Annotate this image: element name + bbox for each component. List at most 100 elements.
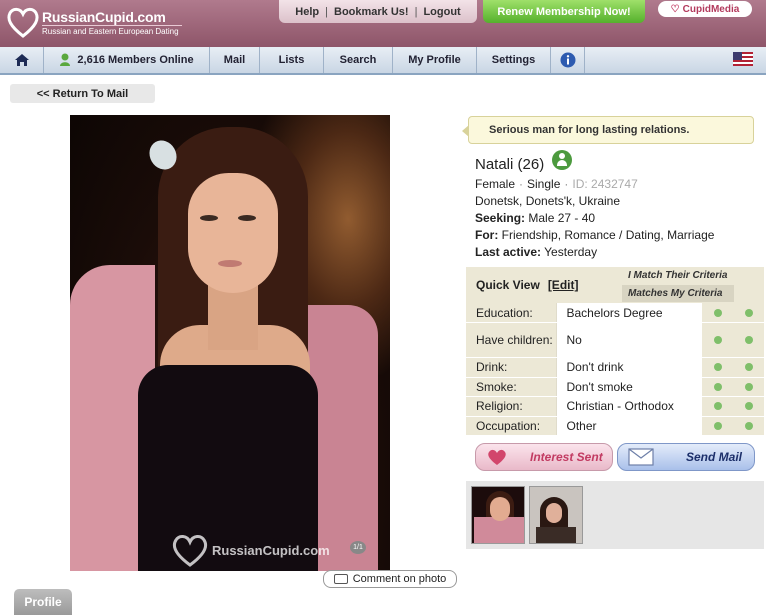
profile-last-active: Last active: Yesterday [475,245,597,259]
row-value: No [555,322,702,358]
divider: | [414,5,418,18]
nav-home[interactable] [0,47,44,73]
profile-basic-info: Female · Single · ID: 2432747 [475,177,638,191]
online-user-icon [60,53,71,66]
table-row: Occupation: Other [466,416,764,436]
comment-icon [333,574,348,584]
match-dot-icon [713,402,722,411]
table-row: Religion: Christian - Orthodox [466,396,764,417]
comment-label: Comment on photo [352,573,447,585]
send-mail-label: Send Mail [686,450,743,464]
row-label: Occupation: [466,416,556,436]
brand-name: RussianCupid.com [42,9,166,25]
online-status-icon [552,150,572,170]
bookmark-link[interactable]: Bookmark Us! [334,6,409,18]
watermark-text: RussianCupid.com [212,542,330,558]
heart-icon: ♡ [670,3,680,15]
info-icon [560,52,575,68]
match-dot-icon [713,308,722,317]
nav-search[interactable]: Search [324,47,393,73]
logo-divider [42,25,182,26]
tab-profile[interactable]: Profile [14,589,72,615]
quick-view-edit-link[interactable]: [Edit] [548,278,579,292]
photo-watermark: RussianCupid.com [170,533,330,567]
profile-status: Single [527,177,561,191]
last-active-label: Last active: [475,245,542,259]
profile-photo[interactable]: RussianCupid.com 1/1 [70,115,390,571]
heart-logo-icon [7,7,39,38]
match-dot-icon [744,363,753,372]
nav-mail[interactable]: Mail [210,47,260,73]
i-match-their-criteria-label: I Match Their Criteria [628,270,728,281]
quick-view-title: Quick View [476,278,540,292]
row-value: Other [555,416,702,436]
for-value: Friendship, Romance / Dating, Marriage [501,228,715,242]
us-flag-icon[interactable] [733,52,753,66]
row-value: Don't smoke [555,377,702,397]
envelope-icon [628,448,654,466]
profile-headline: Serious man for long lasting relations. [462,116,754,144]
matches-my-criteria-label: Matches My Criteria [622,285,734,302]
match-dot-icon [744,308,753,317]
match-dot-icon [744,421,753,430]
profile-gender: Female [475,177,516,191]
for-label: For: [475,228,499,242]
seeking-value: Male 27 - 40 [528,211,596,225]
nav-settings[interactable]: Settings [477,47,551,73]
table-row: Have children: No [466,322,764,358]
nav-lists[interactable]: Lists [260,47,324,73]
nav-members-online[interactable]: 2,616 Members Online [44,47,210,73]
table-row: Education: Bachelors Degree [466,303,764,323]
criteria-header: I Match Their Criteria Matches My Criter… [620,267,764,303]
quick-view-header: Quick View [Edit] [466,267,620,303]
row-value: Don't drink [555,357,702,378]
profile-id: ID: 2432747 [572,177,638,191]
profile-seeking: Seeking: Male 27 - 40 [475,211,595,225]
site-header: RussianCupid.com Russian and Eastern Eur… [0,0,766,47]
members-online-label: 2,616 Members Online [77,54,194,66]
thumbnail-photo-1[interactable] [471,486,525,544]
help-link[interactable]: Help [295,6,319,18]
row-value: Christian - Orthodox [555,396,702,417]
row-label: Smoke: [466,377,556,397]
match-dot-icon [744,402,753,411]
top-links: Help | Bookmark Us! | Logout [279,0,477,23]
comment-on-photo-button[interactable]: Comment on photo [323,570,457,588]
logout-link[interactable]: Logout [423,6,460,18]
cupidmedia-link[interactable]: ♡ CupidMedia [658,1,752,17]
table-row: Smoke: Don't smoke [466,377,764,397]
brand-tagline: Russian and Eastern European Dating [42,27,179,36]
row-label: Religion: [466,396,556,417]
row-label: Have children: [466,322,556,358]
thumbnail-photo-2[interactable] [529,486,583,544]
seeking-label: Seeking: [475,211,526,225]
match-dot-icon [713,363,722,372]
table-row: Drink: Don't drink [466,357,764,378]
match-dot-icon [744,336,753,344]
send-mail-button[interactable]: Send Mail [617,443,755,471]
heart-icon [488,449,506,465]
interest-sent-button[interactable]: Interest Sent [475,443,613,471]
match-dot-icon [713,421,722,430]
renew-membership-button[interactable]: Renew Membership Now! [483,0,645,23]
match-dot-icon [713,336,722,344]
heart-watermark-icon [172,535,208,567]
cupidmedia-label: CupidMedia [682,3,740,15]
row-label: Drink: [466,357,556,378]
nav-info[interactable] [551,47,585,73]
home-icon [14,54,29,66]
quick-view-table: Education: Bachelors Degree Have childre… [466,303,764,436]
nav-my-profile[interactable]: My Profile [393,47,477,73]
row-value: Bachelors Degree [555,303,702,323]
return-to-mail-button[interactable]: << Return To Mail [10,84,155,103]
match-dot-icon [713,382,722,391]
page: RussianCupid.com Russian and Eastern Eur… [0,0,766,615]
row-label: Education: [466,303,556,323]
photo-thumbnails [466,481,764,549]
last-active-value: Yesterday [544,245,598,259]
match-dot-icon [744,382,753,391]
photo-count-badge: 1/1 [350,541,366,554]
site-logo[interactable]: RussianCupid.com Russian and Eastern Eur… [6,6,206,42]
profile-location: Donetsk, Donets'k, Ukraine [475,194,621,208]
divider: | [325,5,328,18]
